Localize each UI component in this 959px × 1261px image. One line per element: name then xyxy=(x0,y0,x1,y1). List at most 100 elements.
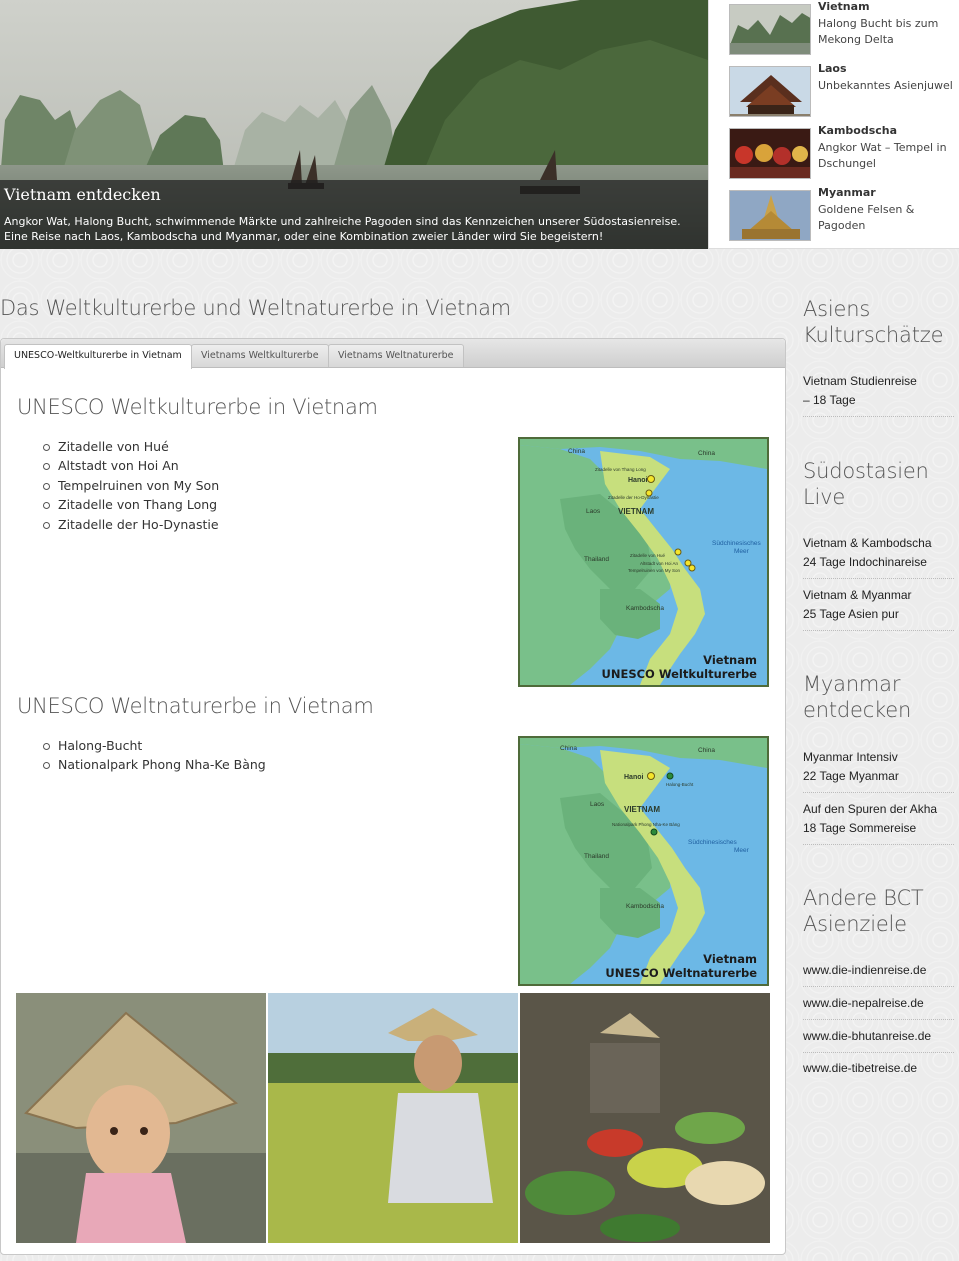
page-title: Das Weltkulturerbe und Weltnaturerbe in … xyxy=(0,296,511,320)
map-label: Zitadelle der Ho-Dynastie xyxy=(608,495,659,500)
sidebar-link-line: Vietnam Studienreise xyxy=(803,374,917,388)
destination-subtitle: Angkor Wat – Tempel in Dschungel xyxy=(818,141,947,170)
hero-text-line: Angkor Wat, Halong Bucht, schwimmende Mä… xyxy=(4,215,681,228)
map-label: Zitadelle von Thang Long xyxy=(595,467,646,472)
section-title-culture: UNESCO Weltkulturerbe in Vietnam xyxy=(17,395,378,419)
map-label: Hanoi xyxy=(624,774,644,781)
map-caption-line: Vietnam xyxy=(703,653,757,667)
map-label: Tempelruinen von My Son xyxy=(628,568,681,573)
map-label: VIETNAM xyxy=(618,507,654,516)
sidebar-link-line: 18 Tage Sommereise xyxy=(803,821,917,835)
vietnam-map-graphic: China China Hanoi Halong-Bucht VIETNAM N… xyxy=(520,738,767,984)
list-item: Zitadelle von Thang Long xyxy=(42,495,219,514)
sidebar-heading: Myanmar entdecken xyxy=(803,671,954,723)
sidebar-heading-line: Südostasien xyxy=(803,459,929,483)
nature-site-list: Halong-Bucht Nationalpark Phong Nha-Ke B… xyxy=(43,736,266,775)
sidebar-link[interactable]: Vietnam & Kambodscha 24 Tage Indochinare… xyxy=(803,534,954,579)
map-label: Südchinesisches xyxy=(688,839,738,846)
vegetable-market-photo[interactable] xyxy=(520,993,770,1243)
tab-unesco-weltkulturerbe[interactable]: UNESCO-Weltkulturerbe in Vietnam xyxy=(4,344,192,369)
map-label: China xyxy=(698,450,715,457)
map-label: Meer xyxy=(734,548,750,555)
map-label: Halong-Bucht xyxy=(666,782,694,787)
sidebar-link-line: – 18 Tage xyxy=(803,393,856,407)
sidebar-link[interactable]: Vietnam & Myanmar 25 Tage Asien pur xyxy=(803,586,954,631)
sidebar-link-line: www.die-tibetreise.de xyxy=(803,1061,918,1075)
hero-title[interactable]: Vietnam entdecken xyxy=(4,185,704,204)
map-label: Altstadt von Hoi An xyxy=(640,561,679,566)
map-label: China xyxy=(698,747,715,754)
sidebar-link-line: Vietnam & Myanmar xyxy=(803,588,912,602)
sidebar-link[interactable]: www.die-bhutanreise.de xyxy=(803,1027,954,1053)
destination-item-laos[interactable]: Laos Unbekanntes Asienjuwel xyxy=(729,62,959,117)
sidebar-link-line: 24 Tage Indochinareise xyxy=(803,555,927,569)
sidebar-link[interactable]: www.die-indienreise.de xyxy=(803,961,954,987)
nature-heritage-map[interactable]: China China Hanoi Halong-Bucht VIETNAM N… xyxy=(518,736,769,986)
sidebar-link[interactable]: Auf den Spuren der Akha 18 Tage Sommerei… xyxy=(803,800,954,845)
sidebar-link[interactable]: www.die-tibetreise.de xyxy=(803,1059,954,1084)
destination-item-kambodscha[interactable]: Kambodscha Angkor Wat – Tempel in Dschun… xyxy=(729,124,959,179)
map-caption: Vietnam UNESCO Weltnaturerbe xyxy=(605,952,757,980)
map-label: Nationalpark Phong Nha-Ke Bàng xyxy=(612,822,680,827)
vietnam-map-graphic: China China Zitadelle von Thang Long Zit… xyxy=(520,439,767,685)
laos-temple-thumbnail[interactable] xyxy=(729,66,811,117)
halong-bay-thumbnail[interactable] xyxy=(729,4,811,55)
list-item: Altstadt von Hoi An xyxy=(42,456,219,475)
list-item: Halong-Bucht xyxy=(43,736,266,755)
sidebar-link-line: Myanmar Intensiv xyxy=(803,750,898,764)
cambodia-dancers-thumbnail[interactable] xyxy=(729,128,811,179)
destination-name[interactable]: Kambodscha xyxy=(818,124,897,137)
sidebar-link[interactable]: Myanmar Intensiv 22 Tage Myanmar xyxy=(803,748,954,793)
sidebar-heading-line: Myanmar xyxy=(803,672,901,696)
sidebar-link[interactable]: Vietnam Studienreise – 18 Tage xyxy=(803,372,954,417)
map-label: Kambodscha xyxy=(626,903,664,910)
hero-banner[interactable]: Vietnam entdecken Angkor Wat, Halong Buc… xyxy=(0,0,708,249)
destination-subtitle: Halong Bucht bis zum Mekong Delta xyxy=(818,17,939,46)
map-label: Kambodscha xyxy=(626,605,664,612)
child-with-hat-photo[interactable] xyxy=(16,993,266,1243)
destination-name[interactable]: Myanmar xyxy=(818,186,876,199)
sidebar-heading-line: Andere BCT xyxy=(803,886,924,910)
sidebar-heading-line: Live xyxy=(803,485,846,509)
list-item: Zitadelle der Ho-Dynastie xyxy=(42,515,219,534)
sidebar-heading: Asiens Kulturschätze xyxy=(803,296,954,348)
map-caption: Vietnam UNESCO Weltkulturerbe xyxy=(602,653,757,681)
list-item: Tempelruinen von My Son xyxy=(42,476,219,495)
map-caption-line: UNESCO Weltkulturerbe xyxy=(601,667,757,681)
sidebar-link-line: Vietnam & Kambodscha xyxy=(803,536,932,550)
destination-item-vietnam[interactable]: Vietnam Halong Bucht bis zum Mekong Delt… xyxy=(729,0,959,55)
destination-subtitle: Unbekanntes Asienjuwel xyxy=(818,79,953,92)
tab-weltnaturerbe[interactable]: Vietnams Weltnaturerbe xyxy=(328,344,464,367)
map-label: Südchinesisches xyxy=(712,540,762,547)
map-label: Thailand xyxy=(584,556,609,563)
map-label: Zitadelle von Hué xyxy=(630,553,666,558)
hero-caption: Vietnam entdecken Angkor Wat, Halong Buc… xyxy=(0,180,708,249)
sidebar-link-line: Auf den Spuren der Akha xyxy=(803,802,938,816)
sidebar-heading-line: Asienziele xyxy=(803,912,907,936)
photo-gallery xyxy=(16,993,770,1243)
tab-bar: UNESCO-Weltkulturerbe in Vietnam Vietnam… xyxy=(1,339,785,369)
sidebar-heading-line: Kulturschätze xyxy=(803,323,944,347)
myanmar-pagoda-thumbnail[interactable] xyxy=(729,190,811,241)
map-label: China xyxy=(560,745,577,752)
destination-name[interactable]: Vietnam xyxy=(818,0,870,13)
culture-heritage-map[interactable]: China China Zitadelle von Thang Long Zit… xyxy=(518,437,769,687)
map-label: Laos xyxy=(586,508,601,515)
farmer-in-rice-field-photo[interactable] xyxy=(268,993,518,1243)
sidebar-link-line: 22 Tage Myanmar xyxy=(803,769,899,783)
list-item: Nationalpark Phong Nha-Ke Bàng xyxy=(43,755,266,774)
sidebar-heading: Südostasien Live xyxy=(803,458,954,510)
section-title-nature: UNESCO Weltnaturerbe in Vietnam xyxy=(17,694,374,718)
sidebar-link-line: www.die-nepalreise.de xyxy=(803,996,924,1010)
tab-weltkulturerbe[interactable]: Vietnams Weltkulturerbe xyxy=(191,344,329,367)
sidebar-heading: Andere BCT Asienziele xyxy=(803,885,954,937)
sidebar-link[interactable]: www.die-nepalreise.de xyxy=(803,994,954,1020)
destination-name[interactable]: Laos xyxy=(818,62,847,75)
map-label: Hanoi xyxy=(628,477,648,484)
hero-text-line: Eine Reise nach Laos, Kambodscha und Mya… xyxy=(4,230,604,243)
destination-item-myanmar[interactable]: Myanmar Goldene Felsen & Pagoden xyxy=(729,186,959,241)
sidebar-link-line: 25 Tage Asien pur xyxy=(803,607,899,621)
sidebar-link-line: www.die-bhutanreise.de xyxy=(803,1029,932,1043)
map-label: Thailand xyxy=(584,853,609,860)
destination-list: Vietnam Halong Bucht bis zum Mekong Delt… xyxy=(708,0,959,249)
